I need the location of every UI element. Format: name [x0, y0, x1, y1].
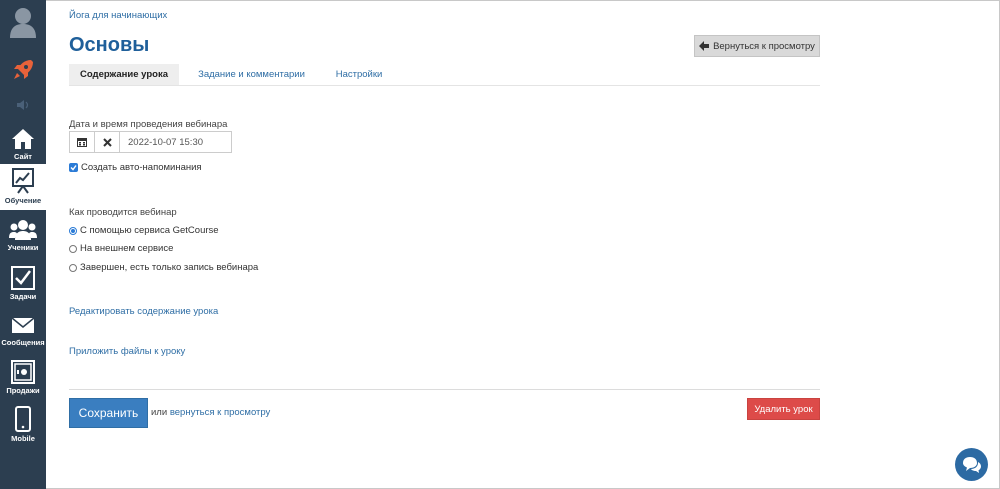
radio-button[interactable]	[69, 263, 77, 272]
attach-files-link[interactable]: Приложить файлы к уроку	[69, 346, 185, 357]
arrow-left-icon	[699, 41, 710, 51]
back-to-view-button[interactable]: Вернуться к просмотру	[694, 35, 820, 57]
sound-toggle[interactable]	[0, 96, 46, 114]
page-title: Основы	[69, 34, 150, 56]
sidebar-item-label: Ученики	[7, 243, 39, 252]
sidebar-item-learning[interactable]: Обучение	[0, 164, 46, 210]
sidebar-item-mobile[interactable]: Mobile	[0, 402, 46, 448]
tabs: Содержание урока Задание и комментарии Н…	[69, 64, 820, 86]
checkbox-icon	[11, 266, 35, 290]
chart-board-icon	[12, 168, 34, 194]
sidebar-item-sales[interactable]: Продажи	[0, 356, 46, 402]
save-button[interactable]: Сохранить	[69, 398, 148, 428]
delete-lesson-button[interactable]: Удалить урок	[747, 398, 820, 420]
radio-getcourse[interactable]: С помощью сервиса GetCourse	[69, 225, 219, 236]
sidebar: Сайт Обучение Ученики Задачи Сообщения П…	[0, 0, 46, 489]
sidebar-item-label: Задачи	[9, 292, 37, 301]
back-to-view-link[interactable]: вернуться к просмотру	[170, 407, 270, 418]
reminder-label: Создать авто-напоминания	[81, 162, 202, 173]
mobile-icon	[15, 406, 31, 432]
or-text: или вернуться к просмотру	[151, 407, 270, 418]
sidebar-item-label: Сообщения	[1, 338, 45, 347]
check-icon	[70, 165, 77, 171]
radio-button[interactable]	[69, 244, 77, 253]
clear-datetime-button[interactable]	[94, 131, 120, 153]
divider	[69, 389, 820, 390]
sidebar-item-messages[interactable]: Сообщения	[0, 310, 46, 356]
tab-task-comments[interactable]: Задание и комментарии	[189, 64, 314, 85]
tab-settings[interactable]: Настройки	[324, 64, 394, 85]
reminder-checkbox-row[interactable]: Создать авто-напоминания	[69, 162, 202, 173]
datetime-field-group: 2022-10-07 15:30	[69, 131, 232, 153]
calendar-button[interactable]	[69, 131, 95, 153]
tab-lesson-content[interactable]: Содержание урока	[69, 64, 179, 85]
reminder-checkbox[interactable]	[69, 163, 78, 172]
envelope-icon	[11, 317, 35, 333]
sidebar-item-label: Продажи	[6, 386, 40, 395]
radio-button[interactable]	[69, 226, 77, 235]
calendar-icon	[77, 138, 87, 147]
user-icon	[10, 8, 36, 38]
sidebar-item-label: Сайт	[14, 152, 32, 161]
chat-bubbles-icon	[962, 456, 981, 473]
datetime-label: Дата и время проведения вебинара	[69, 119, 228, 130]
home-icon	[12, 129, 34, 149]
sidebar-item-students[interactable]: Ученики	[0, 215, 46, 261]
sidebar-item-label: Обучение	[4, 196, 42, 205]
safe-icon	[11, 360, 35, 384]
speaker-icon	[17, 100, 29, 110]
radio-label: Завершен, есть только запись вебинара	[80, 262, 259, 273]
breadcrumb[interactable]: Йога для начинающих	[69, 10, 167, 21]
edit-content-link[interactable]: Редактировать содержание урока	[69, 306, 218, 317]
radio-label: С помощью сервиса GetCourse	[80, 225, 219, 236]
users-icon	[9, 220, 37, 240]
datetime-input[interactable]: 2022-10-07 15:30	[119, 131, 232, 153]
webinar-mode-label: Как проводится вебинар	[69, 207, 177, 218]
radio-recording[interactable]: Завершен, есть только запись вебинара	[69, 262, 258, 273]
radio-label: На внешнем сервисе	[80, 243, 174, 254]
chat-widget-button[interactable]	[955, 448, 988, 481]
rocket-button[interactable]	[0, 52, 46, 88]
or-label: или	[151, 407, 168, 418]
close-icon	[102, 137, 112, 147]
back-button-label: Вернуться к просмотру	[713, 40, 815, 52]
avatar[interactable]	[0, 0, 46, 44]
rocket-icon	[14, 60, 33, 79]
radio-external[interactable]: На внешнем сервисе	[69, 243, 173, 254]
sidebar-item-label: Mobile	[11, 434, 35, 443]
sidebar-item-tasks[interactable]: Задачи	[0, 262, 46, 308]
